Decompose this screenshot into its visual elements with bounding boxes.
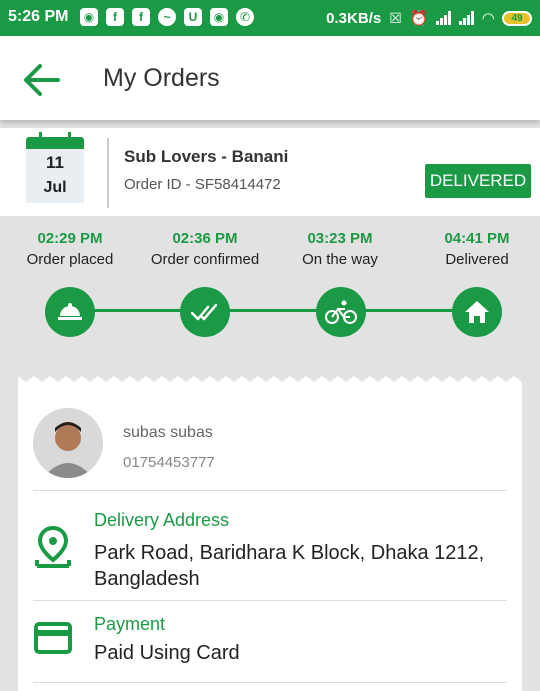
step-time: 04:41 PM <box>444 230 510 247</box>
u-icon: U <box>184 8 202 26</box>
wifi-icon: ◠ <box>482 10 494 27</box>
step-label: Delivered <box>445 251 509 268</box>
payment-method: Paid Using Card <box>94 642 240 664</box>
whatsapp-icon: ✆ <box>236 8 254 26</box>
signal-icon <box>436 11 452 25</box>
timeline-track <box>70 309 478 312</box>
step-time: 03:23 PM <box>307 230 373 247</box>
payment-title: Payment <box>94 614 166 634</box>
step-order-confirmed: 02:36 PM Order confirmed <box>135 230 275 268</box>
messenger-lite-icon: ◉ <box>210 8 228 26</box>
avatar <box>33 408 103 478</box>
back-arrow-icon[interactable] <box>20 58 64 102</box>
divider <box>33 490 507 491</box>
receipt-zigzag-edge <box>18 376 522 384</box>
delivery-address: Park Road, Baridhara K Block, Dhaka 1212… <box>94 542 485 590</box>
app-bar: My Orders <box>0 36 540 120</box>
step-label: Order placed <box>26 251 114 268</box>
cloche-icon <box>45 287 95 337</box>
status-bar: 5:26 PM ◉ f f ~ U ◉ ✆ 0.3KB/s ☒ ⏰ ◠ 49 <box>0 0 540 36</box>
status-time: 5:26 PM <box>8 8 69 25</box>
network-speed: 0.3KB/s <box>326 9 382 27</box>
customer-phone: 01754453777 <box>123 454 215 471</box>
order-summary-card[interactable]: 11 Jul Sub Lovers - Banani Order ID - SF… <box>0 128 540 216</box>
location-pin-icon <box>35 525 71 568</box>
status-right: 0.3KB/s ☒ ⏰ ◠ 49 <box>326 9 532 27</box>
divider <box>107 138 109 208</box>
calendar-icon: 11 Jul <box>26 132 84 203</box>
step-on-the-way: 03:23 PM On the way <box>270 230 410 268</box>
messenger-icon: ~ <box>158 8 176 26</box>
notification-icons: ◉ f f ~ U ◉ ✆ <box>80 8 254 26</box>
order-timeline: 02:29 PM Order placed 02:36 PM Order con… <box>0 230 540 350</box>
battery-icon: 49 <box>502 10 532 26</box>
mute-icon: ☒ <box>389 9 402 26</box>
step-order-placed: 02:29 PM Order placed <box>0 230 140 268</box>
step-delivered: 04:41 PM Delivered <box>407 230 540 268</box>
signal-icon <box>459 11 475 25</box>
alarm-icon: ⏰ <box>409 10 429 27</box>
restaurant-name: Sub Lovers - Banani <box>124 147 289 166</box>
page-title: My Orders <box>103 64 220 92</box>
delivery-address-title: Delivery Address <box>94 510 230 530</box>
order-id: Order ID - SF58414472 <box>124 176 281 193</box>
divider <box>33 600 507 601</box>
step-label: Order confirmed <box>150 251 260 268</box>
messenger-lite-icon: ◉ <box>80 8 98 26</box>
home-icon <box>452 287 502 337</box>
bicycle-icon <box>316 287 366 337</box>
step-time: 02:36 PM <box>172 230 238 247</box>
order-details-card: subas subas 01754453777 Delivery Address… <box>18 384 522 691</box>
facebook-icon: f <box>132 8 150 26</box>
credit-card-icon <box>34 622 72 654</box>
order-day: 11 <box>46 153 64 172</box>
status-badge: DELIVERED <box>425 164 531 198</box>
double-check-icon <box>180 287 230 337</box>
step-time: 02:29 PM <box>37 230 103 247</box>
step-label: On the way <box>302 251 378 268</box>
order-month: Jul <box>43 179 67 196</box>
facebook-icon: f <box>106 8 124 26</box>
divider <box>33 682 507 683</box>
customer-name: subas subas <box>123 424 213 441</box>
